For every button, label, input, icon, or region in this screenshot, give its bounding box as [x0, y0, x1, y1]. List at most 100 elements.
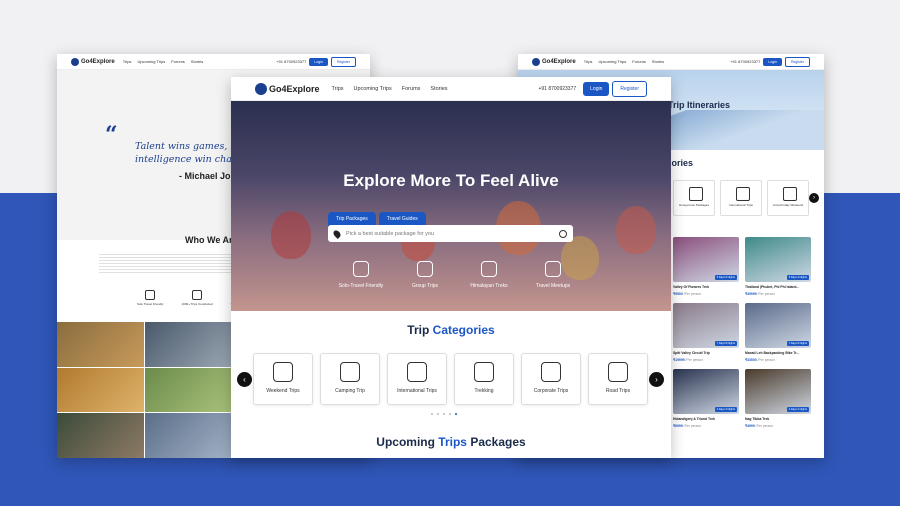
quote-author: - Michael Jor	[179, 171, 235, 181]
login-button[interactable]: Login	[583, 81, 610, 96]
register-button[interactable]: Register	[330, 56, 356, 67]
duration-badge: 5 Days 4 Nights	[786, 275, 809, 280]
trip-card[interactable]: 5 Days 6 Nights Valley Of Flowers Trek ₹95…	[673, 237, 739, 296]
gallery-photo[interactable]	[57, 413, 144, 458]
nav-stories[interactable]: Stories	[652, 59, 664, 64]
nav-stories[interactable]: Stories	[191, 59, 203, 64]
trip-image[interactable]: 2 Days 3 Nights	[673, 369, 739, 414]
trip-image[interactable]: 1 Days 2 Nights	[745, 369, 811, 414]
next-arrow-button[interactable]: ›	[649, 372, 664, 387]
carousel-dot[interactable]	[449, 413, 451, 415]
carousel-dot-active[interactable]	[455, 413, 457, 415]
trip-name[interactable]: Hidandigenj & Triund Trek	[673, 417, 739, 421]
trip-name[interactable]: Nag Tibba Trek	[745, 417, 811, 421]
gallery-photo[interactable]	[57, 322, 144, 367]
trip-categories-title: Trip Categories	[407, 323, 495, 337]
category-card[interactable]: Covid Friday Weekend	[767, 180, 809, 216]
carousel-dot[interactable]	[437, 413, 439, 415]
register-button[interactable]: Register	[612, 80, 647, 97]
login-button[interactable]: Login	[763, 57, 782, 66]
login-button[interactable]: Login	[309, 57, 328, 66]
trip-card[interactable]: 2 Days 3 Nights Hidandigenj & Triund Trek…	[673, 369, 739, 428]
trip-image[interactable]: 5 Days 6 Nights	[673, 237, 739, 282]
category-card[interactable]: International Trips	[720, 180, 762, 216]
carousel-dot[interactable]	[431, 413, 433, 415]
search-bar	[328, 225, 573, 242]
map-icon	[273, 362, 293, 382]
phone-number[interactable]: +91 8700923377	[730, 59, 760, 64]
gallery-photo[interactable]	[144, 322, 231, 367]
category-row: Honeymoon Packages International Trips C…	[673, 180, 809, 216]
brand-logo[interactable]: Go4Explore	[532, 57, 576, 66]
search-icon[interactable]	[559, 229, 567, 238]
trip-card[interactable]: 7 Days 8 Nights Spiti Valley Circuit Trip…	[673, 303, 739, 362]
trip-price: ₹19999 /Per person	[673, 358, 704, 362]
navbar: Go4Explore Trips Upcoming Trips Forums S…	[57, 54, 370, 70]
trip-price: ₹9500 /Per person	[673, 292, 702, 296]
nav-forums[interactable]: Forums	[632, 59, 646, 64]
carousel-dot[interactable]	[443, 413, 445, 415]
gallery-photo[interactable]	[57, 367, 144, 413]
tab-trip-packages[interactable]: Trip Packages	[328, 212, 376, 226]
nav-trips[interactable]: Trips	[584, 59, 593, 64]
category-weekend-trips[interactable]: Weekend Trips	[253, 353, 313, 405]
category-international-trips[interactable]: International Trips	[387, 353, 447, 405]
traveller-icon	[145, 290, 156, 300]
location-pin-icon	[332, 228, 342, 239]
phone-number[interactable]: +91 8700923377	[538, 86, 576, 92]
trip-image[interactable]: 5 Days 4 Nights	[745, 237, 811, 282]
trip-image[interactable]: 7 Days 8 Nights	[673, 303, 739, 348]
tab-travel-guides[interactable]: Travel Guides	[378, 212, 426, 226]
trips-icon	[192, 290, 203, 300]
logo-icon	[71, 57, 79, 66]
gallery-photo[interactable]	[144, 367, 231, 413]
duration-badge: 5 Days 6 Nights	[714, 275, 737, 280]
trip-price: ₹4999 /Per person	[745, 424, 774, 428]
duration-badge: 7 Days 8 Nights	[786, 341, 809, 346]
search-tabs: Trip Packages Travel Guides	[328, 212, 426, 226]
trip-name[interactable]: Thailand (Phuket, Phi Phi Island...	[745, 285, 811, 289]
mountain-icon	[481, 261, 497, 277]
category-row: Weekend Trips Camping Trip International…	[253, 353, 648, 405]
trip-name[interactable]: Valley Of Flowers Trek	[673, 285, 739, 289]
stat-item: Solo Travel Friendly	[137, 290, 164, 306]
nav-stories[interactable]: Stories	[430, 86, 447, 92]
category-corporate-trips[interactable]: Corporate Trips	[521, 353, 581, 405]
phone-number[interactable]: +91 8700923377	[276, 59, 306, 64]
prev-arrow-button[interactable]: ‹	[237, 372, 252, 387]
stat-item: 1000+ Trips Conducted	[182, 290, 213, 306]
trip-price: ₹33500 /Per person	[745, 358, 776, 362]
feature-item: Solo-Travel Friendly	[336, 261, 386, 289]
nav-upcoming-trips[interactable]: Upcoming Trips	[137, 59, 165, 64]
trip-price: ₹6999 /Per person	[673, 424, 702, 428]
next-arrow-button[interactable]: ›	[809, 193, 819, 203]
nav-upcoming-trips[interactable]: Upcoming Trips	[598, 59, 626, 64]
category-camping-trip[interactable]: Camping Trip	[320, 353, 380, 405]
logo-icon	[532, 57, 540, 66]
category-card[interactable]: Honeymoon Packages	[673, 180, 715, 216]
trip-cards-grid: 5 Days 6 Nights Valley Of Flowers Trek ₹95…	[673, 237, 811, 428]
trip-card[interactable]: 1 Days 2 Nights Nag Tibba Trek ₹4999 /Per …	[745, 369, 811, 428]
nav-trips[interactable]: Trips	[123, 59, 132, 64]
logo-icon	[255, 82, 267, 95]
nav-forums[interactable]: Forums	[402, 86, 421, 92]
trip-card[interactable]: 5 Days 4 Nights Thailand (Phuket, Phi Phi…	[745, 237, 811, 296]
nav-trips[interactable]: Trips	[332, 86, 344, 92]
nav-forums[interactable]: Forums	[171, 59, 185, 64]
register-button[interactable]: Register	[784, 56, 810, 67]
category-road-trips[interactable]: Road Trips	[588, 353, 648, 405]
trip-image[interactable]: 7 Days 8 Nights	[745, 303, 811, 348]
brand-logo[interactable]: Go4Explore	[255, 82, 320, 95]
brand-logo[interactable]: Go4Explore	[71, 57, 115, 66]
gallery-photo[interactable]	[144, 413, 231, 458]
category-trekking[interactable]: Trekking	[454, 353, 514, 405]
trip-card[interactable]: 7 Days 8 Nights Manali Leh Backpacking Bi…	[745, 303, 811, 362]
search-input[interactable]	[346, 230, 553, 237]
nav-upcoming-trips[interactable]: Upcoming Trips	[354, 86, 392, 92]
trip-price: ₹39999 /Per person	[745, 292, 776, 296]
trip-name[interactable]: Spiti Valley Circuit Trip	[673, 351, 739, 355]
feature-item: Himalayan Treks	[464, 261, 514, 289]
features-row: Solo-Travel Friendly Group Trips Himalay…	[336, 261, 578, 289]
handshake-icon	[541, 362, 561, 382]
trip-name[interactable]: Manali Leh Backpacking Bike Tr...	[745, 351, 811, 355]
